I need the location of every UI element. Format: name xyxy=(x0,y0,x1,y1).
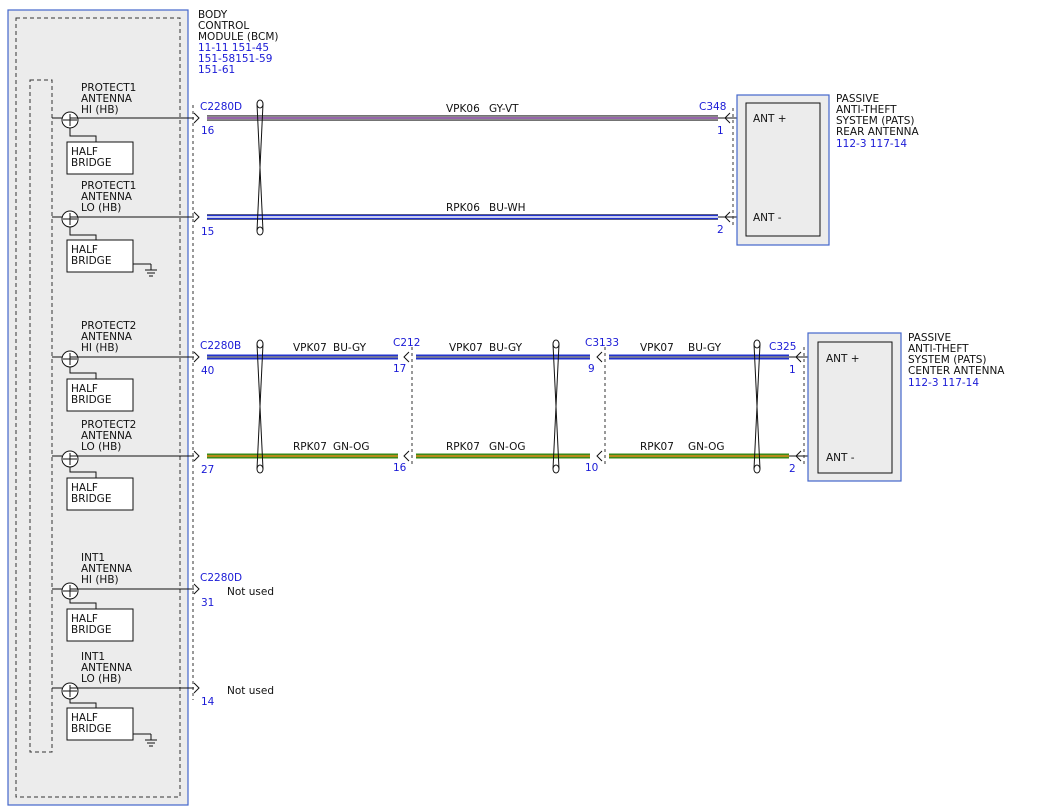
wire-circuit-label: VPK07 xyxy=(449,342,483,354)
channel-label-line-3: LO (HB) xyxy=(81,202,121,214)
wire-color-label: GN-OG xyxy=(333,441,369,453)
wire-vpk07-segment-3: VPK07 BU-GY xyxy=(609,342,789,360)
pin-arrow-icon xyxy=(596,450,603,462)
wire-circuit-label: RPK07 xyxy=(446,441,480,453)
wire-circuit-label: RPK07 xyxy=(293,441,327,453)
transistor-icon xyxy=(61,111,79,129)
channel-label-line-3: LO (HB) xyxy=(81,441,121,453)
transistor-icon xyxy=(61,350,79,368)
connector-label: C212 xyxy=(393,337,420,349)
ant-minus-label: ANT - xyxy=(753,212,782,224)
connector-label: C3133 xyxy=(585,337,619,349)
half-bridge-label-2: BRIDGE xyxy=(71,493,111,505)
rear-antenna-ref[interactable]: 112-3 117-14 xyxy=(836,138,907,150)
twisted-pair-icon xyxy=(753,339,761,474)
wire-circuit-label: VPK06 xyxy=(446,103,480,115)
wire-rpk07-segment-1: RPK07 GN-OG xyxy=(207,441,398,459)
transistor-icon xyxy=(61,210,79,228)
wire-color-label: BU-GY xyxy=(688,342,722,354)
not-used-label: Not used xyxy=(227,586,274,598)
half-bridge-label-2: BRIDGE xyxy=(71,157,111,169)
wire-rpk06: RPK06 BU-WH xyxy=(207,202,718,220)
wire-color-label: GN-OG xyxy=(489,441,525,453)
pin-number-bottom: 16 xyxy=(393,462,407,474)
half-bridge-label-2: BRIDGE xyxy=(71,255,111,267)
pin-number-top: 17 xyxy=(393,363,406,375)
wire-rpk07-segment-3: RPK07 GN-OG xyxy=(609,441,789,459)
connector-label: C2280D xyxy=(200,572,242,584)
pin-number: 27 xyxy=(201,464,214,476)
pin-arrow-icon xyxy=(193,211,200,223)
ant-plus-label: ANT + xyxy=(826,353,860,365)
twisted-pair-icon xyxy=(552,339,560,474)
pin-arrow-icon xyxy=(193,112,200,124)
wire-vpk06: VPK06 GY-VT xyxy=(207,103,718,121)
pin-arrow-icon xyxy=(193,450,200,462)
connector-label: C325 xyxy=(769,341,796,353)
rear-antenna-title-4: REAR ANTENNA xyxy=(836,126,920,138)
center-antenna-module: ANT + ANT - PASSIVE ANTI-THEFT SYSTEM (P… xyxy=(807,332,1005,482)
pin-arrow-icon xyxy=(193,351,200,363)
channel-label-line-3: HI (HB) xyxy=(81,342,119,354)
wire-color-label: GY-VT xyxy=(489,103,519,115)
ant-minus-label: ANT - xyxy=(826,452,855,464)
half-bridge-label-2: BRIDGE xyxy=(71,624,111,636)
channel-label-line-3: HI (HB) xyxy=(81,574,119,586)
pin-number-bottom: 2 xyxy=(789,463,796,475)
transistor-icon xyxy=(61,682,79,700)
pin-number-bottom: 2 xyxy=(717,224,724,236)
pin-number: 31 xyxy=(201,597,214,609)
bcm-label: BODY CONTROL MODULE (BCM) 11-11 151-45 1… xyxy=(198,9,279,76)
connector-label: C2280B xyxy=(200,340,241,352)
channel-label-line-3: HI (HB) xyxy=(81,104,119,116)
not-used-label: Not used xyxy=(227,685,274,697)
rear-antenna-module: ANT + ANT - PASSIVE ANTI-THEFT SYSTEM (P… xyxy=(736,93,920,246)
wire-color-label: GN-OG xyxy=(688,441,724,453)
transistor-icon xyxy=(61,450,79,468)
center-antenna-title-4: CENTER ANTENNA xyxy=(908,365,1005,377)
pin-arrow-icon xyxy=(596,351,603,363)
pin-number: 15 xyxy=(201,226,214,238)
pin-arrow-icon xyxy=(193,583,200,595)
wiring-diagram: BODY CONTROL MODULE (BCM) 11-11 151-45 1… xyxy=(7,9,1005,806)
wire-color-label: BU-GY xyxy=(489,342,523,354)
twisted-pair-icon xyxy=(256,339,264,474)
bcm-ref-line-3[interactable]: 151-61 xyxy=(198,64,235,76)
pin-number-bottom: 10 xyxy=(585,462,598,474)
pin-number: 14 xyxy=(201,696,215,708)
pin-number-top: 1 xyxy=(789,364,796,376)
wire-color-label: BU-GY xyxy=(333,342,367,354)
pin-number: 16 xyxy=(201,125,215,137)
ant-plus-label: ANT + xyxy=(753,113,787,125)
connector-label: C2280D xyxy=(200,101,242,113)
wire-color-label: BU-WH xyxy=(489,202,526,214)
pin-arrow-icon xyxy=(403,450,410,462)
channel-label-line-3: LO (HB) xyxy=(81,673,121,685)
connector-label: C348 xyxy=(699,101,726,113)
center-antenna-ref[interactable]: 112-3 117-14 xyxy=(908,377,979,389)
wire-circuit-label: VPK07 xyxy=(640,342,674,354)
half-bridge-label-2: BRIDGE xyxy=(71,394,111,406)
wire-vpk07-segment-2: VPK07 BU-GY xyxy=(416,342,590,360)
pin-number-top: 9 xyxy=(588,363,595,375)
transistor-icon xyxy=(61,582,79,600)
half-bridge-label-2: BRIDGE xyxy=(71,723,111,735)
wire-circuit-label: RPK07 xyxy=(640,441,674,453)
pin-number-top: 1 xyxy=(717,125,724,137)
pin-number: 40 xyxy=(201,365,214,377)
pin-arrow-icon xyxy=(403,351,410,363)
pin-arrow-icon xyxy=(193,682,200,694)
wire-circuit-label: RPK06 xyxy=(446,202,480,214)
wire-circuit-label: VPK07 xyxy=(293,342,327,354)
wire-rpk07-segment-2: RPK07 GN-OG xyxy=(416,441,590,459)
